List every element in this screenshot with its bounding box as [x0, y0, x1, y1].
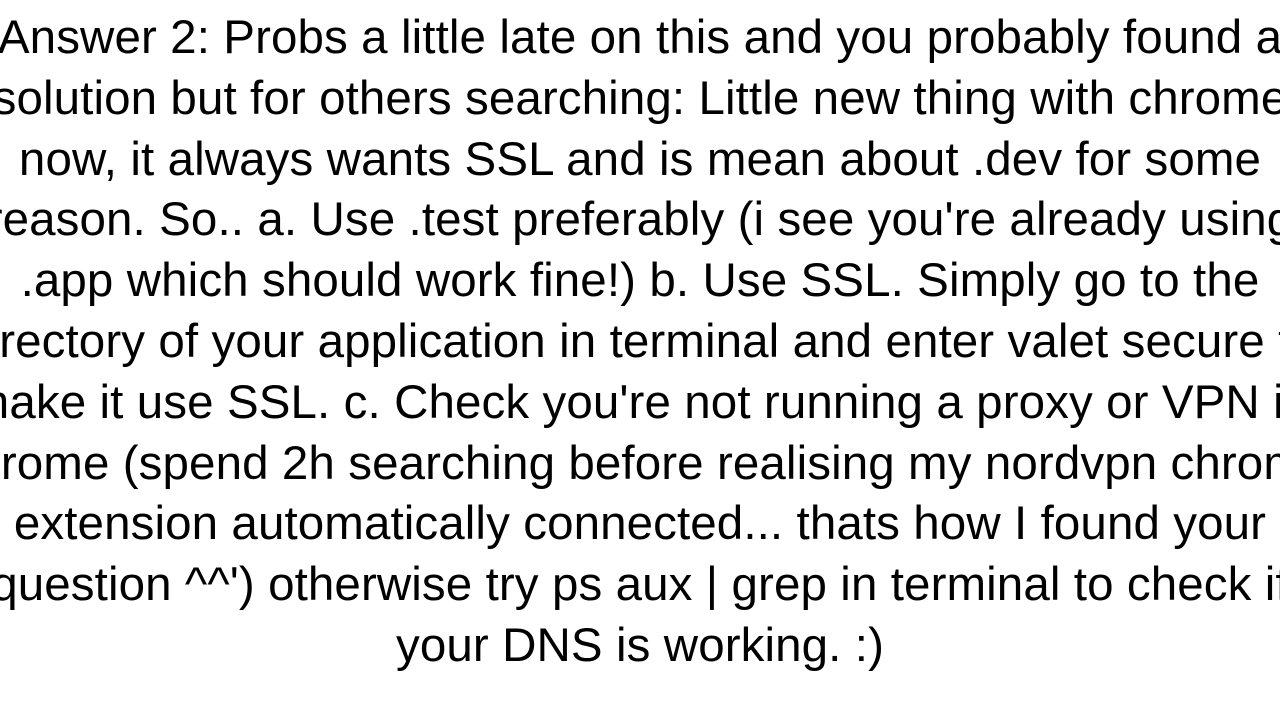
answer-text: Answer 2: Probs a little late on this an… [0, 8, 1280, 677]
